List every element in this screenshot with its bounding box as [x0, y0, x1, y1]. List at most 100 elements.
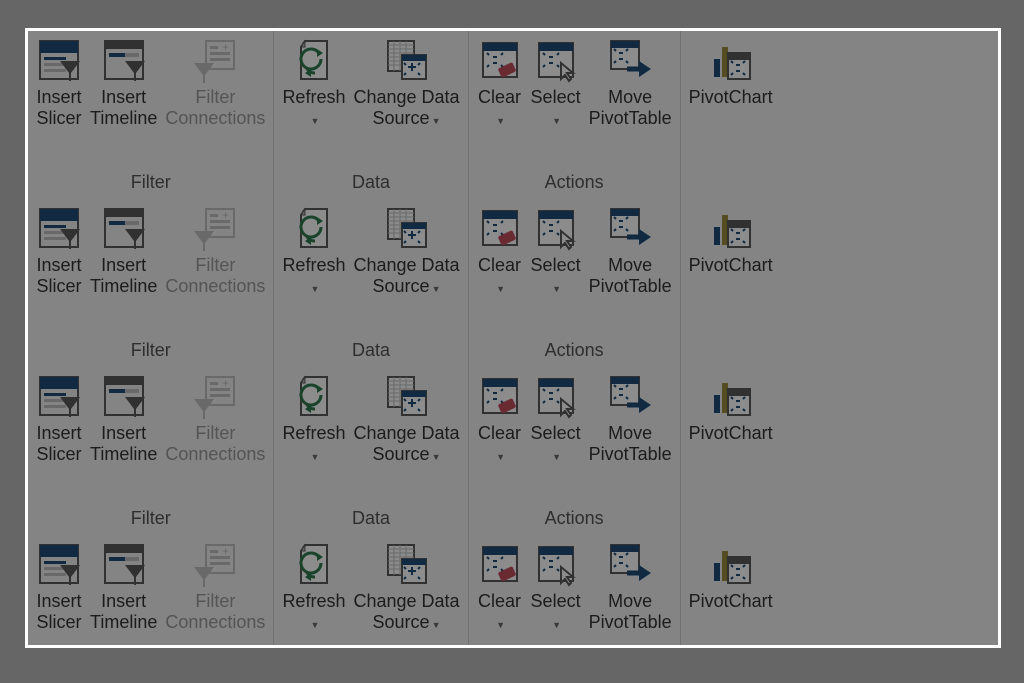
- clear-button[interactable]: Clear▼: [473, 203, 527, 298]
- ribbon-group-data: Refresh▼ Change DataSource▼ Data: [274, 367, 468, 535]
- pivotchart-button[interactable]: PivotChart: [685, 371, 777, 466]
- ribbon-row: InsertSlicer InsertTimeline + FilterConn…: [28, 31, 998, 199]
- ribbon-row: InsertSlicer InsertTimeline + FilterConn…: [28, 199, 998, 367]
- clear-icon: [477, 205, 523, 251]
- group-label: Filter: [32, 508, 269, 533]
- pivotchart-button[interactable]: PivotChart: [685, 203, 777, 298]
- svg-text:+: +: [222, 40, 229, 54]
- insert-timeline-icon: [101, 205, 147, 251]
- svg-text:+: +: [222, 208, 229, 222]
- changesource-button[interactable]: Change DataSource▼: [349, 203, 463, 298]
- dropdown-caret-icon: ▼: [310, 452, 319, 462]
- ribbon-group-tools: PivotChart: [681, 535, 781, 648]
- move-button[interactable]: MovePivotTable: [585, 203, 676, 298]
- refresh-button[interactable]: Refresh▼: [278, 371, 349, 466]
- insert-slicer-button[interactable]: InsertSlicer: [32, 203, 86, 298]
- insert-timeline-button[interactable]: InsertTimeline: [86, 35, 161, 130]
- ribbon-group-filter: InsertSlicer InsertTimeline + FilterConn…: [28, 367, 274, 535]
- dropdown-caret-icon: ▼: [310, 284, 319, 294]
- clear-icon: [477, 541, 523, 587]
- refresh-label: Refresh▼: [282, 591, 345, 632]
- pivotchart-button[interactable]: PivotChart: [685, 539, 777, 634]
- ribbon-group-tools: PivotChart: [681, 199, 781, 367]
- filter-conn-icon: +: [192, 205, 238, 251]
- clear-label: Clear▼: [478, 423, 521, 464]
- changesource-button[interactable]: Change DataSource▼: [349, 35, 463, 130]
- dropdown-caret-icon: ▼: [552, 116, 561, 126]
- insert-slicer-button[interactable]: InsertSlicer: [32, 539, 86, 634]
- move-icon: [607, 541, 653, 587]
- pivotchart-icon: [708, 373, 754, 419]
- clear-button[interactable]: Clear▼: [473, 539, 527, 634]
- group-label: Actions: [473, 508, 676, 533]
- insert-timeline-icon: [101, 541, 147, 587]
- group-label: [685, 172, 777, 197]
- clear-button[interactable]: Clear▼: [473, 35, 527, 130]
- insert-slicer-icon: [36, 541, 82, 587]
- insert-timeline-button[interactable]: InsertTimeline: [86, 539, 161, 634]
- ribbon-group-filter: InsertSlicer InsertTimeline + FilterConn…: [28, 199, 274, 367]
- changesource-icon: [384, 205, 430, 251]
- ribbon-group-tools: PivotChart: [681, 367, 781, 535]
- ribbon-group-data: Refresh▼ Change DataSource▼ Data: [274, 199, 468, 367]
- select-button[interactable]: Select▼: [527, 203, 585, 298]
- ribbon-group-filter: InsertSlicer InsertTimeline + FilterConn…: [28, 535, 274, 648]
- move-label: MovePivotTable: [589, 591, 672, 632]
- select-label: Select▼: [531, 591, 581, 632]
- move-button[interactable]: MovePivotTable: [585, 539, 676, 634]
- pivotchart-label: PivotChart: [689, 423, 773, 464]
- dropdown-caret-icon: ▼: [432, 284, 441, 294]
- move-button[interactable]: MovePivotTable: [585, 35, 676, 130]
- refresh-button[interactable]: Refresh▼: [278, 35, 349, 130]
- select-icon: [533, 373, 579, 419]
- select-button[interactable]: Select▼: [527, 35, 585, 130]
- refresh-button[interactable]: Refresh▼: [278, 539, 349, 634]
- select-button[interactable]: Select▼: [527, 371, 585, 466]
- group-label: Data: [278, 340, 463, 365]
- clear-button[interactable]: Clear▼: [473, 371, 527, 466]
- insert-slicer-label: InsertSlicer: [36, 591, 81, 632]
- group-label: [685, 508, 777, 533]
- pivotchart-label: PivotChart: [689, 255, 773, 296]
- svg-text:+: +: [222, 376, 229, 390]
- pivotchart-button[interactable]: PivotChart: [685, 35, 777, 130]
- ribbon-group-filter: InsertSlicer InsertTimeline + FilterConn…: [28, 31, 274, 199]
- refresh-icon: [291, 205, 337, 251]
- insert-slicer-button[interactable]: InsertSlicer: [32, 371, 86, 466]
- move-button[interactable]: MovePivotTable: [585, 371, 676, 466]
- insert-slicer-label: InsertSlicer: [36, 255, 81, 296]
- insert-slicer-button[interactable]: InsertSlicer: [32, 35, 86, 130]
- insert-slicer-label: InsertSlicer: [36, 87, 81, 128]
- dropdown-caret-icon: ▼: [552, 620, 561, 630]
- move-label: MovePivotTable: [589, 255, 672, 296]
- insert-timeline-button[interactable]: InsertTimeline: [86, 203, 161, 298]
- dropdown-caret-icon: ▼: [310, 116, 319, 126]
- changesource-icon: [384, 541, 430, 587]
- dropdown-caret-icon: ▼: [496, 452, 505, 462]
- select-label: Select▼: [531, 423, 581, 464]
- filter-conn-icon: +: [192, 373, 238, 419]
- refresh-label: Refresh▼: [282, 255, 345, 296]
- changesource-button[interactable]: Change DataSource▼: [349, 539, 463, 634]
- move-icon: [607, 205, 653, 251]
- group-label: Data: [278, 508, 463, 533]
- pivotchart-icon: [708, 205, 754, 251]
- insert-timeline-button[interactable]: InsertTimeline: [86, 371, 161, 466]
- insert-timeline-label: InsertTimeline: [90, 255, 157, 296]
- changesource-label: Change DataSource▼: [353, 255, 459, 296]
- group-label: Data: [278, 172, 463, 197]
- refresh-button[interactable]: Refresh▼: [278, 203, 349, 298]
- filter-conn-label: FilterConnections: [165, 591, 265, 632]
- filter-conn-label: FilterConnections: [165, 87, 265, 128]
- changesource-button[interactable]: Change DataSource▼: [349, 371, 463, 466]
- changesource-label: Change DataSource▼: [353, 423, 459, 464]
- select-button[interactable]: Select▼: [527, 539, 585, 634]
- insert-timeline-icon: [101, 373, 147, 419]
- ribbon-group-tools: PivotChart: [681, 31, 781, 199]
- ribbon-group-data: Refresh▼ Change DataSource▼ Data: [274, 31, 468, 199]
- select-icon: [533, 541, 579, 587]
- filter-conn-button: + FilterConnections: [161, 371, 269, 466]
- select-icon: [533, 37, 579, 83]
- group-label: Actions: [473, 172, 676, 197]
- clear-icon: [477, 37, 523, 83]
